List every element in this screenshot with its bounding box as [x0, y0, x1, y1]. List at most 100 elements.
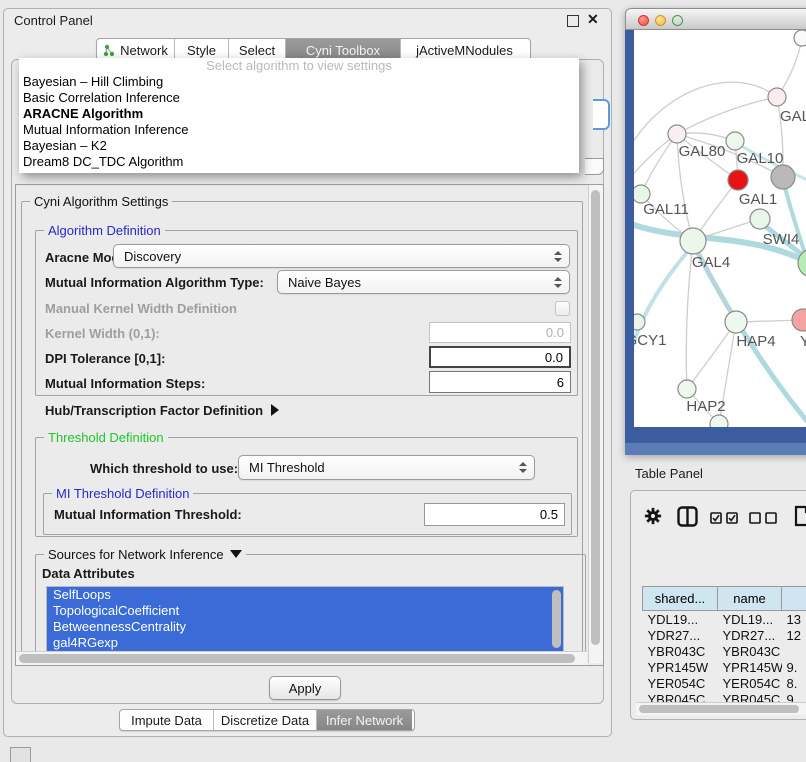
- tab-discretize-data[interactable]: Discretize Data: [214, 710, 317, 730]
- dropdown-item-selected[interactable]: ARACNE Algorithm: [19, 106, 579, 122]
- columns-icon[interactable]: [677, 506, 698, 527]
- group-title: Cyni Algorithm Settings: [30, 194, 172, 209]
- network-window-titlebar[interactable]: [625, 8, 806, 30]
- node-label: HAP2: [686, 398, 725, 415]
- collapsed-panel-button[interactable]: [10, 747, 31, 762]
- horizontal-scrollbar[interactable]: [16, 651, 587, 665]
- dropdown-item[interactable]: Bayesian – Hill Climbing: [19, 74, 579, 90]
- node-unlabeled-bottom[interactable]: [710, 415, 728, 427]
- combo-value: Discovery: [124, 249, 181, 264]
- tab-label: Impute Data: [131, 713, 202, 728]
- combo-arrows-icon: [554, 251, 562, 262]
- list-item[interactable]: SelfLoops: [47, 587, 563, 603]
- table-row[interactable]: YPR145W YPR145W 9.: [643, 659, 806, 675]
- list-scrollbar-thumb[interactable]: [552, 590, 561, 648]
- manual-kernel-width-checkbox[interactable]: [555, 301, 570, 316]
- node-gal1[interactable]: [728, 170, 748, 190]
- dropdown-item[interactable]: Mutual Information Inference: [19, 122, 579, 138]
- node-hap4[interactable]: [725, 311, 747, 333]
- node-unlabeled-top[interactable]: [794, 30, 806, 46]
- combo-arrows-icon: [554, 277, 562, 288]
- select-all-checkboxes-icon[interactable]: [710, 512, 740, 524]
- column-header[interactable]: name: [718, 587, 782, 611]
- field-value: 0.5: [540, 507, 558, 522]
- cell: YPR145W: [643, 659, 718, 675]
- node-gal10[interactable]: [726, 132, 744, 150]
- dropdown-item[interactable]: Basic Correlation Inference: [19, 90, 579, 106]
- hub-definition-toggle[interactable]: Hub/Transcription Factor Definition: [45, 402, 279, 420]
- export-table-icon[interactable]: [794, 505, 806, 527]
- list-item[interactable]: TopologicalCoefficient: [47, 603, 563, 619]
- inference-algorithm-combo-fragment[interactable]: [593, 99, 610, 130]
- gear-icon[interactable]: [644, 507, 662, 525]
- dropdown-placeholder: Select algorithm to view settings: [19, 58, 579, 74]
- apply-button[interactable]: Apply: [269, 676, 341, 700]
- kernel-width-label: Kernel Width (0,1):: [45, 326, 160, 341]
- dpi-tolerance-label: DPI Tolerance [0,1]:: [45, 351, 165, 366]
- sources-title: Sources for Network Inference: [48, 547, 224, 562]
- table-panel-title: Table Panel: [635, 466, 703, 481]
- cell: YBR045C: [643, 691, 718, 702]
- deselect-all-checkboxes-icon[interactable]: [749, 512, 779, 524]
- dpi-tolerance-field[interactable]: 0.0: [429, 346, 571, 368]
- node-label: HAP4: [736, 333, 775, 350]
- list-item[interactable]: gal4RGexp: [47, 635, 563, 651]
- table-row[interactable]: YBR045C YBR045C 9.: [643, 691, 806, 702]
- mi-algorithm-type-combo[interactable]: Naive Bayes: [277, 270, 570, 294]
- mi-steps-field[interactable]: 6: [429, 371, 571, 393]
- network-canvas[interactable]: GAL80 GAL10 GAL1 GAL11 GAL4 SWI4 GCY1 HA…: [634, 30, 806, 427]
- mi-threshold-field[interactable]: 0.5: [424, 503, 565, 526]
- table-row[interactable]: YDL19... YDL19... 13: [643, 611, 806, 628]
- node-gray[interactable]: [771, 165, 795, 189]
- node-gcy1[interactable]: [634, 314, 645, 330]
- column-header[interactable]: A: [782, 587, 806, 611]
- network-graph[interactable]: GAL80 GAL10 GAL1 GAL11 GAL4 SWI4 GCY1 HA…: [634, 30, 806, 427]
- table-row[interactable]: YDR27... YDR27... 12: [643, 627, 806, 643]
- list-item[interactable]: BetweennessCentrality: [47, 619, 563, 635]
- field-value: 6: [557, 375, 564, 390]
- kernel-width-field[interactable]: 0.0: [429, 322, 571, 343]
- close-traffic-light[interactable]: [638, 15, 649, 26]
- bottom-tab-strip: Impute Data Discretize Data Infer Networ…: [119, 709, 415, 731]
- horizontal-scrollbar-thumb[interactable]: [19, 654, 575, 663]
- node-table[interactable]: shared... name A YDL19... YDL19... 13 YD…: [642, 586, 806, 702]
- expanded-arrow-icon: [230, 550, 242, 558]
- cell: 9.: [782, 691, 806, 702]
- table-horizontal-scrollbar-thumb[interactable]: [639, 705, 799, 713]
- cell: YBR045C: [718, 691, 782, 702]
- node-gal4[interactable]: [680, 228, 706, 254]
- close-icon[interactable]: ✕: [587, 11, 599, 27]
- field-value: 0.0: [545, 350, 563, 365]
- hub-definition-label: Hub/Transcription Factor Definition: [45, 403, 263, 418]
- cell: [782, 643, 806, 659]
- tab-impute-data[interactable]: Impute Data: [120, 710, 214, 730]
- table-row[interactable]: YBR043C YBR043C: [643, 643, 806, 659]
- algorithm-dropdown-list: Select algorithm to view settings Bayesi…: [19, 58, 579, 173]
- node-gal-top[interactable]: [768, 88, 786, 106]
- tab-infer-network[interactable]: Infer Network: [317, 710, 412, 730]
- dropdown-item[interactable]: Dream8 DC_TDC Algorithm: [19, 154, 579, 170]
- node-hap2[interactable]: [678, 380, 696, 398]
- dropdown-item[interactable]: Bayesian – K2: [19, 138, 579, 154]
- table-row[interactable]: YER054C YER054C 8.: [643, 675, 806, 691]
- mi-steps-label: Mutual Information Steps:: [45, 376, 205, 391]
- cell: YDL19...: [643, 611, 718, 628]
- node-y-pink[interactable]: [792, 309, 806, 331]
- data-attributes-label: Data Attributes: [42, 566, 135, 581]
- minimize-traffic-light[interactable]: [655, 15, 666, 26]
- table-horizontal-scrollbar[interactable]: [636, 702, 806, 715]
- tab-label: Discretize Data: [221, 713, 309, 728]
- vertical-scrollbar[interactable]: [588, 185, 603, 663]
- node-gal80[interactable]: [668, 125, 686, 143]
- zoom-traffic-light[interactable]: [672, 15, 683, 26]
- cell: 8.: [782, 675, 806, 691]
- data-attributes-list[interactable]: SelfLoops TopologicalCoefficient Between…: [46, 586, 564, 654]
- node-swi4[interactable]: [750, 209, 770, 229]
- vertical-scrollbar-thumb[interactable]: [591, 190, 600, 645]
- column-header[interactable]: shared...: [643, 587, 718, 611]
- hidden-combo-fragment: [585, 158, 604, 175]
- aracne-mode-combo[interactable]: Discovery: [113, 244, 570, 268]
- float-window-icon[interactable]: [567, 15, 579, 27]
- network-node-labels: GAL80 GAL10 GAL1 GAL11 GAL4 SWI4 GCY1 HA…: [634, 108, 806, 415]
- which-threshold-combo[interactable]: MI Threshold: [238, 455, 535, 480]
